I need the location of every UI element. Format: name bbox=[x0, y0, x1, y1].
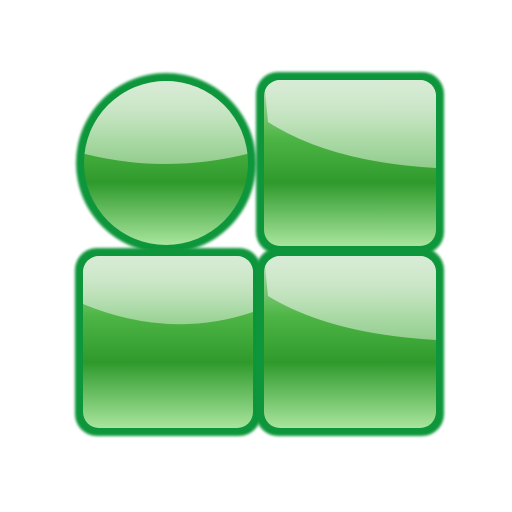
tile-square-bottom-right bbox=[256, 248, 444, 436]
tile-square-top-right bbox=[256, 72, 444, 254]
tile-circle bbox=[76, 73, 256, 253]
shapes-grid-icon bbox=[75, 72, 444, 436]
tile-square-bottom-left bbox=[75, 248, 261, 436]
icon-canvas bbox=[0, 0, 512, 512]
